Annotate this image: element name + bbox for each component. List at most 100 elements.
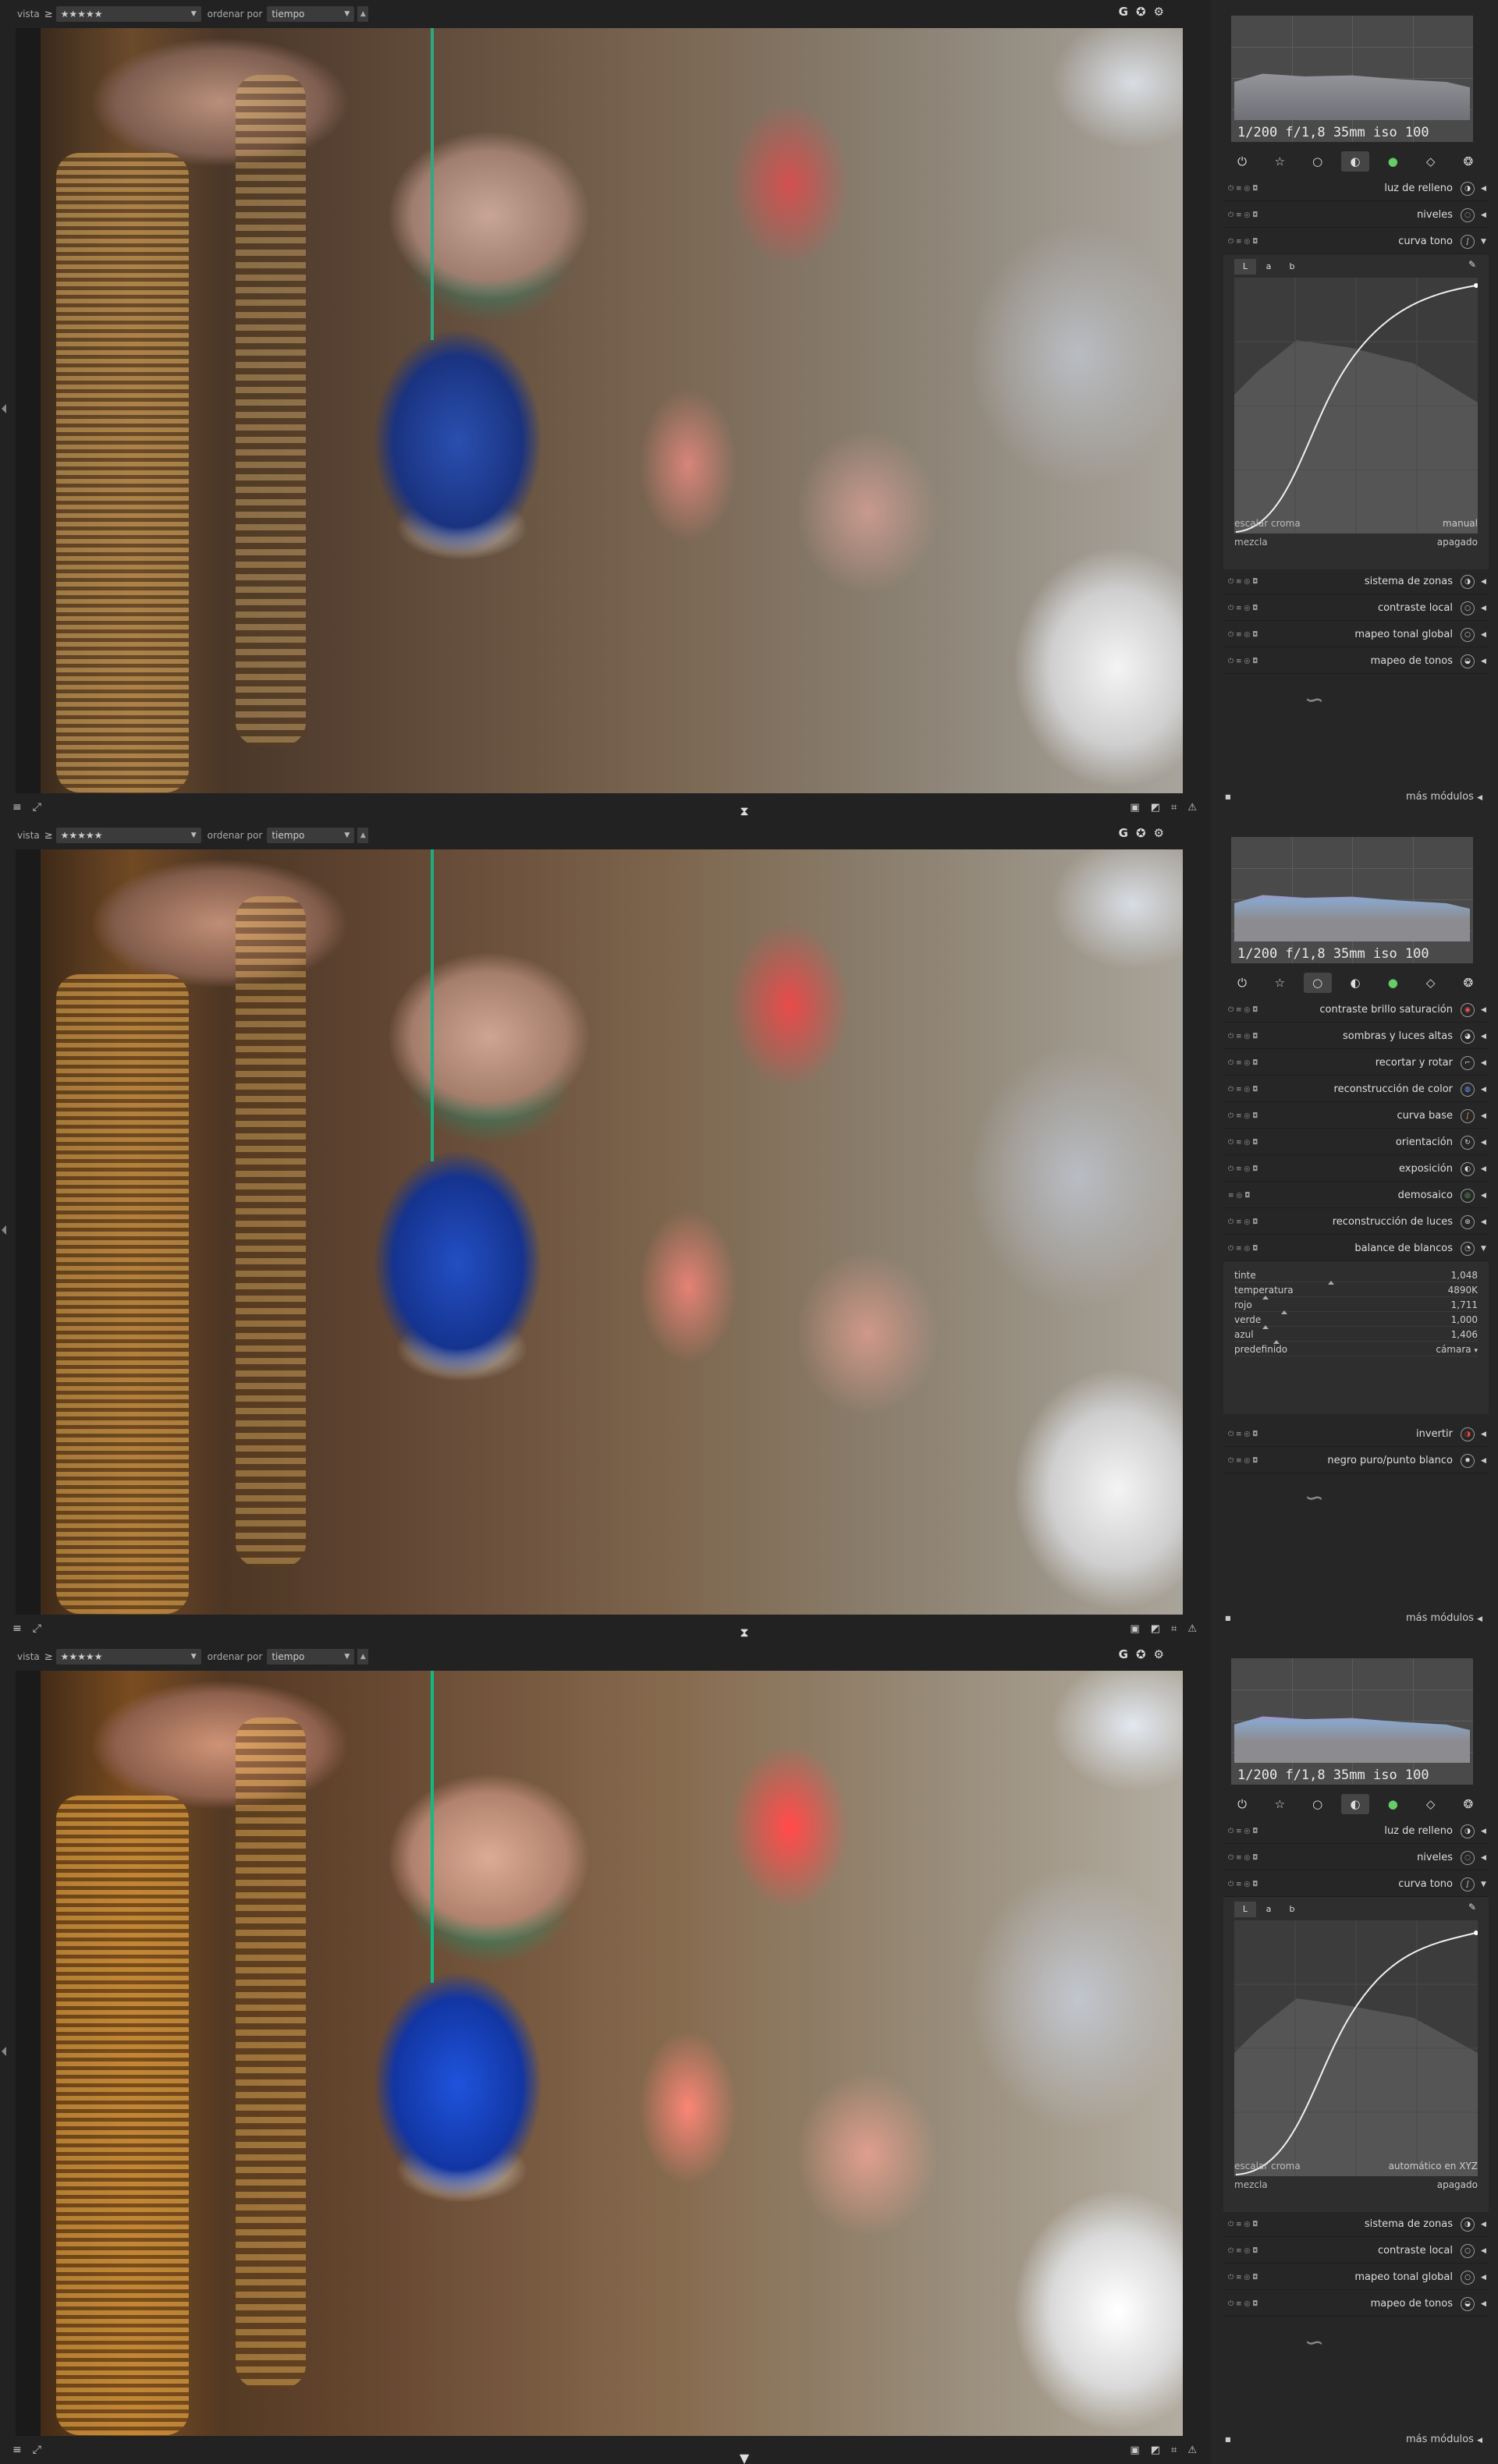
- slider-temperatura[interactable]: temperatura 4890K: [1234, 1284, 1478, 1299]
- module-switches[interactable]: ⏻ ≡ ◎ ◘: [1228, 1828, 1275, 1835]
- effect-group-icon[interactable]: ❂: [1454, 1794, 1482, 1814]
- star-overlay-icon[interactable]: ✪: [1136, 5, 1146, 19]
- menu-icon[interactable]: ≡: [12, 1622, 22, 1635]
- softproof-icon[interactable]: ◩: [1151, 802, 1160, 814]
- module-switches[interactable]: ⏻ ≡ ◎ ◘: [1228, 658, 1275, 665]
- effect-group-icon[interactable]: ❂: [1454, 973, 1482, 993]
- more-modules-row[interactable]: ■ más módulos ◀: [1225, 791, 1482, 803]
- module-switches[interactable]: ⏻ ≡ ◎ ◘: [1228, 1033, 1275, 1041]
- favorites-icon[interactable]: ☆: [1265, 973, 1294, 993]
- module-switches[interactable]: ⏻ ≡ ◎ ◘: [1228, 1112, 1275, 1120]
- chroma-scale-row[interactable]: escalar croma manual: [1234, 518, 1478, 529]
- tab-L[interactable]: L: [1234, 259, 1256, 275]
- color-picker-icon[interactable]: ▣: [1130, 1623, 1139, 1635]
- module-switches[interactable]: ⏻ ≡ ◎ ◘: [1228, 1086, 1275, 1094]
- module-switches[interactable]: ⏻ ≡ ◎ ◘: [1228, 238, 1275, 246]
- histogram[interactable]: 1/200 f/1,8 35mm iso 100: [1231, 837, 1473, 963]
- module-recortar-y-rotar[interactable]: ⏻ ≡ ◎ ◘ recortar y rotar ⌐ ◀: [1223, 1051, 1489, 1076]
- correct-group-icon[interactable]: ◇: [1417, 973, 1445, 993]
- module-switches[interactable]: ⏻ ≡ ◎ ◘: [1228, 1165, 1275, 1173]
- rating-operator[interactable]: ≥: [44, 830, 53, 842]
- rating-operator[interactable]: ≥: [44, 9, 53, 20]
- power-icon[interactable]: ⏻: [1228, 1794, 1256, 1814]
- menu-icon[interactable]: ≡: [12, 2444, 22, 2456]
- module-switches[interactable]: ⏻ ≡ ◎ ◘: [1228, 1245, 1275, 1253]
- expand-icon[interactable]: ⤢: [33, 801, 41, 814]
- image-canvas[interactable]: [16, 28, 1183, 793]
- module-switches[interactable]: ⏻ ≡ ◎ ◘: [1228, 2247, 1275, 2255]
- module-switches[interactable]: ⏻ ≡ ◎ ◘: [1228, 1431, 1275, 1438]
- color-picker-icon[interactable]: ▣: [1130, 802, 1139, 814]
- module-sombras-y-luces-altas[interactable]: ⏻ ≡ ◎ ◘ sombras y luces altas ◕ ◀: [1223, 1024, 1489, 1049]
- module-niveles[interactable]: ⏻ ≡ ◎ ◘ niveles ◌ ◀: [1223, 203, 1489, 228]
- softproof-icon[interactable]: ◩: [1151, 2445, 1160, 2456]
- module-mapeo-tonal-global[interactable]: ⏻ ≡ ◎ ◘ mapeo tonal global ○ ◀: [1223, 2265, 1489, 2290]
- left-panel-toggle-icon[interactable]: [2, 2047, 6, 2056]
- sort-select[interactable]: tiempo ▼: [267, 828, 355, 843]
- effect-group-icon[interactable]: ❂: [1454, 151, 1482, 172]
- module-sistema-de-zonas[interactable]: ⏻ ≡ ◎ ◘ sistema de zonas ◑ ◀: [1223, 2212, 1489, 2237]
- module-switches[interactable]: ⏻ ≡ ◎ ◘: [1228, 1139, 1275, 1147]
- left-panel-toggle-icon[interactable]: [2, 404, 6, 413]
- preset-select[interactable]: predefinido cámara ▾: [1234, 1343, 1478, 1356]
- module-switches[interactable]: ⏻ ≡ ◎ ◘: [1228, 2274, 1275, 2281]
- color-group-icon[interactable]: ●: [1379, 1794, 1407, 1814]
- tab-a[interactable]: a: [1258, 259, 1280, 275]
- basic-group-icon[interactable]: ○: [1303, 973, 1332, 993]
- image-canvas[interactable]: [16, 1671, 1183, 2436]
- module-switches[interactable]: ⏻ ≡ ◎ ◘: [1228, 1059, 1275, 1067]
- module-switches[interactable]: ⏻ ≡ ◎ ◘: [1228, 1457, 1275, 1465]
- module-switches[interactable]: ⏻ ≡ ◎ ◘: [1228, 1854, 1275, 1862]
- styles-icon[interactable]: ⌗: [1171, 802, 1177, 814]
- gear-icon[interactable]: ⚙: [1154, 826, 1164, 840]
- tab-a[interactable]: a: [1258, 1902, 1280, 1917]
- gear-icon[interactable]: ⚙: [1154, 1647, 1164, 1661]
- module-curva-tono[interactable]: ⏻ ≡ ◎ ◘ curva tono ∫ ▼: [1223, 229, 1489, 254]
- tab-b[interactable]: b: [1281, 1902, 1303, 1917]
- color-group-icon[interactable]: ●: [1379, 151, 1407, 172]
- softproof-icon[interactable]: ◩: [1151, 1623, 1160, 1635]
- rating-operator[interactable]: ≥: [44, 1651, 53, 1663]
- gear-icon[interactable]: ⚙: [1154, 5, 1164, 19]
- module-switches[interactable]: ⏻ ≡ ◎ ◘: [1228, 1218, 1275, 1226]
- module-luz-de-relleno[interactable]: ⏻ ≡ ◎ ◘ luz de relleno ◑ ◀: [1223, 1819, 1489, 1844]
- color-group-icon[interactable]: ●: [1379, 973, 1407, 993]
- module-curva-base[interactable]: ⏻ ≡ ◎ ◘ curva base ∫ ◀: [1223, 1104, 1489, 1129]
- module-orientacion[interactable]: ⏻ ≡ ◎ ◘ orientación ↻ ◀: [1223, 1130, 1489, 1155]
- left-panel-toggle-icon[interactable]: [2, 1225, 6, 1235]
- favorites-icon[interactable]: ☆: [1265, 151, 1294, 172]
- more-modules-row[interactable]: ■ más módulos ◀: [1225, 1612, 1482, 1624]
- module-reconstruccion-de-luces[interactable]: ⏻ ≡ ◎ ◘ reconstrucción de luces ⊛ ◀: [1223, 1210, 1489, 1235]
- gamut-warning-icon[interactable]: ⚠: [1187, 1623, 1197, 1635]
- expand-icon[interactable]: ⤢: [33, 1622, 41, 1635]
- basic-group-icon[interactable]: ○: [1304, 1794, 1332, 1814]
- rating-filter-select[interactable]: ★★★★★ ▼: [55, 1649, 201, 1665]
- correct-group-icon[interactable]: ◇: [1417, 1794, 1445, 1814]
- module-demosaico[interactable]: ≡ ◎ ◘ demosaico ◎ ◀: [1223, 1183, 1489, 1208]
- module-switches[interactable]: ⏻ ≡ ◎ ◘: [1228, 185, 1275, 193]
- more-modules-row[interactable]: ■ más módulos ◀: [1225, 2434, 1482, 2445]
- grouping-icon[interactable]: G: [1119, 5, 1128, 19]
- color-picker-icon[interactable]: ✎: [1468, 1902, 1476, 1913]
- image-canvas[interactable]: [16, 849, 1183, 1615]
- module-negro-puro-punto-blanco[interactable]: ⏻ ≡ ◎ ◘ negro puro/punto blanco ✹ ◀: [1223, 1448, 1489, 1473]
- module-switches[interactable]: ≡ ◎ ◘: [1228, 1192, 1275, 1200]
- module-curva-tono[interactable]: ⏻ ≡ ◎ ◘ curva tono ∫ ▼: [1223, 1872, 1489, 1897]
- blend-row[interactable]: mezcla apagado: [1234, 537, 1478, 548]
- rating-filter-select[interactable]: ★★★★★ ▼: [55, 6, 201, 22]
- tone-curve-graph[interactable]: [1234, 1920, 1478, 2176]
- module-mapeo-tonal-global[interactable]: ⏻ ≡ ◎ ◘ mapeo tonal global ○ ◀: [1223, 622, 1489, 647]
- blend-row[interactable]: mezcla apagado: [1234, 2179, 1478, 2190]
- collapse-bottom-icon[interactable]: ▼: [737, 2451, 752, 2464]
- sort-order-button[interactable]: ▲: [357, 6, 369, 22]
- slider-azul[interactable]: azul 1,406: [1234, 1328, 1478, 1344]
- module-switches[interactable]: ⏻ ≡ ◎ ◘: [1228, 604, 1275, 612]
- menu-icon[interactable]: ≡: [12, 801, 22, 814]
- slider-verde[interactable]: verde 1,000: [1234, 1314, 1478, 1329]
- tab-L[interactable]: L: [1234, 1902, 1256, 1917]
- collapse-bottom-icon[interactable]: ⧗: [737, 1625, 752, 1640]
- color-picker-icon[interactable]: ▣: [1130, 2445, 1139, 2456]
- sort-select[interactable]: tiempo ▼: [267, 6, 355, 22]
- star-overlay-icon[interactable]: ✪: [1136, 1647, 1146, 1661]
- slider-tinte[interactable]: tinte 1,048: [1234, 1269, 1478, 1285]
